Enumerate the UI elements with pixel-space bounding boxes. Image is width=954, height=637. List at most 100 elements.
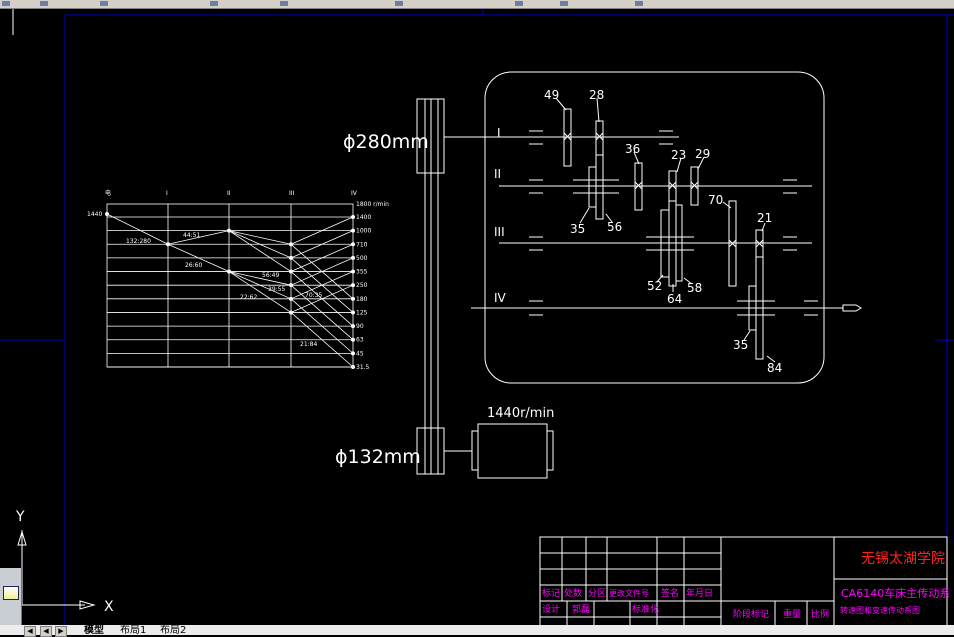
prev-tab-button[interactable]: ◀ [40, 626, 52, 637]
unit-label: 1800 r/min [356, 201, 389, 208]
shaft-label: I [497, 126, 501, 140]
drawing-title: CA6140车床主传动系 [841, 586, 950, 600]
speed-node [105, 211, 110, 216]
gear-label: 28 [589, 88, 604, 102]
speed-level-label: 1000 [356, 228, 371, 235]
gear-label: 23 [671, 148, 686, 162]
ucs-y-label: Y [15, 509, 25, 525]
toolbar-button[interactable] [635, 1, 643, 6]
speed-node [350, 228, 355, 233]
motor-speed-label: 1440r/min [487, 406, 554, 421]
speed-node [350, 296, 355, 301]
speed-node [350, 214, 355, 219]
column-header: 电 [105, 189, 111, 197]
gear-label: 35 [733, 338, 748, 352]
toolbar-button[interactable] [560, 1, 568, 6]
speed-node [350, 283, 355, 288]
ratio-label: 44:51 [183, 232, 200, 239]
gearbox [444, 71, 862, 384]
floating-toolbar[interactable] [0, 568, 22, 625]
column-header: I [166, 190, 168, 197]
ratio-label: 132:280 [126, 238, 151, 245]
tab-layout1[interactable]: 布局1 [120, 625, 146, 636]
gear-label: 52 [647, 279, 662, 293]
toolbar-button[interactable] [100, 1, 108, 6]
tab-layout2[interactable]: 布局2 [160, 625, 186, 636]
ucs-x-label: X [104, 599, 114, 615]
gear-label: 49 [544, 88, 559, 102]
column-header: IV [351, 190, 358, 197]
speed-level-label: 710 [356, 241, 368, 248]
ucs-icon [17, 530, 96, 610]
speed-node [350, 255, 355, 260]
speed-node [350, 351, 355, 356]
scale-label: 比例 [811, 608, 829, 620]
column-header: II [227, 190, 231, 197]
speed-level-label: 355 [356, 269, 368, 276]
gear-label: 35 [570, 222, 585, 236]
output-arrow [842, 304, 862, 312]
header-cell: 年月日 [686, 587, 713, 599]
speed-node [350, 337, 355, 342]
gear-label: 21 [757, 211, 772, 225]
speed-node [350, 310, 355, 315]
header-cell: 分区 [588, 588, 606, 599]
speed-level-label: 63 [356, 337, 364, 344]
gears [555, 97, 776, 363]
first-tab-button[interactable]: ◀ [24, 626, 36, 637]
header-cell: 更改文件号 [609, 588, 649, 598]
transmission-line [228, 230, 292, 245]
transmission-line [228, 230, 292, 272]
transmission-line [228, 271, 292, 286]
stage-mark-label: 阶段标记 [733, 608, 769, 620]
speed-level-label: 90 [356, 323, 364, 330]
belt-drive [416, 98, 485, 475]
toolbar [0, 0, 954, 9]
speed-level-label: 250 [356, 282, 368, 289]
column-header: III [289, 190, 295, 197]
motor [471, 423, 554, 479]
toolbar-button[interactable] [395, 1, 403, 6]
input-speed-label: 1440 [87, 211, 102, 218]
toolbar-button[interactable] [2, 1, 10, 6]
ratio-label: 70:35 [305, 292, 322, 299]
speed-level-label: 31.5 [356, 364, 370, 371]
speed-level-label: 45 [356, 350, 364, 357]
school-name: 无锡太湖学院 [861, 551, 945, 567]
gear-label: 58 [687, 281, 702, 295]
gear-label: 29 [695, 147, 710, 161]
designer-label: 设计 [542, 603, 560, 615]
header-cell: 处数 [564, 587, 582, 599]
speed-node [350, 364, 355, 369]
speed-level-label: 500 [356, 255, 368, 262]
header-cell: 标记 [542, 587, 560, 599]
drawing-canvas[interactable]: 电 I II III IV1800 r/min1440 14001000710500355… [0, 9, 954, 625]
layout-tab-bar: ◀ ◀ ▶ 模型 布局1 布局2 [0, 625, 954, 637]
gear-label: 84 [767, 361, 782, 375]
shaft-label: III [494, 225, 505, 239]
large-pulley-label: ϕ280mm [343, 131, 429, 153]
ratio-label: 22:62 [240, 294, 257, 301]
small-pulley-label: ϕ132mm [335, 446, 421, 468]
toolbar-button[interactable] [515, 1, 523, 6]
ratio-label: 39:55 [268, 286, 285, 293]
toolbar-button[interactable] [210, 1, 218, 6]
ratio-label: 21:84 [300, 341, 317, 348]
ratio-label: 26:60 [185, 262, 202, 269]
designer-name: 郭磊 [572, 603, 590, 615]
speed-level-label: 125 [356, 309, 368, 316]
speed-node [350, 242, 355, 247]
next-tab-button[interactable]: ▶ [55, 626, 67, 637]
gear-label: 70 [708, 193, 723, 207]
ratio-label: 56:49 [262, 272, 279, 279]
gear-label: 36 [625, 142, 640, 156]
toolbar-button[interactable] [40, 1, 48, 6]
gear-label: 56 [607, 220, 622, 234]
shaft-label: II [494, 167, 501, 181]
gear-label: 64 [667, 292, 682, 306]
standardization-label: 标准化 [632, 603, 659, 615]
tab-model[interactable]: 模型 [84, 625, 104, 636]
toolbar-button[interactable] [280, 1, 288, 6]
command-window-icon[interactable] [3, 586, 19, 600]
speed-level-label: 1400 [356, 214, 371, 221]
